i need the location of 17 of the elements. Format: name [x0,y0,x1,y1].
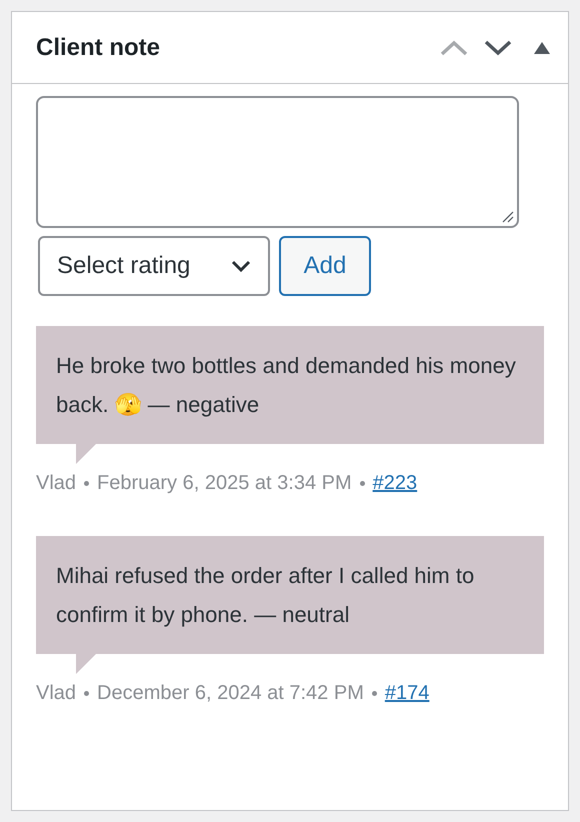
note-text: He broke two bottles and demanded his money back. 🫣 — negative [56,352,517,419]
triangle-up-icon [534,42,550,54]
note-text: Mihai refused the order after I called him to confirm it by phone. — neutral [56,562,476,629]
chevron-up-icon [440,38,468,56]
order-link[interactable]: #223 [372,472,418,494]
rating-select[interactable]: Select rating [38,236,270,296]
note-textarea[interactable] [36,96,519,228]
add-button[interactable]: Add [279,236,371,296]
chevron-down-icon [484,38,512,56]
note-date: December 6, 2024 at 7:42 PM [97,682,364,704]
note-author: Vlad [36,682,76,704]
note-date: February 6, 2025 at 3:34 PM [97,472,352,494]
chevron-down-icon [231,260,251,272]
resize-handle-icon [502,211,514,223]
note-author: Vlad [36,472,76,494]
order-link[interactable]: #174 [384,682,430,704]
panel-title: Client note [36,32,160,62]
